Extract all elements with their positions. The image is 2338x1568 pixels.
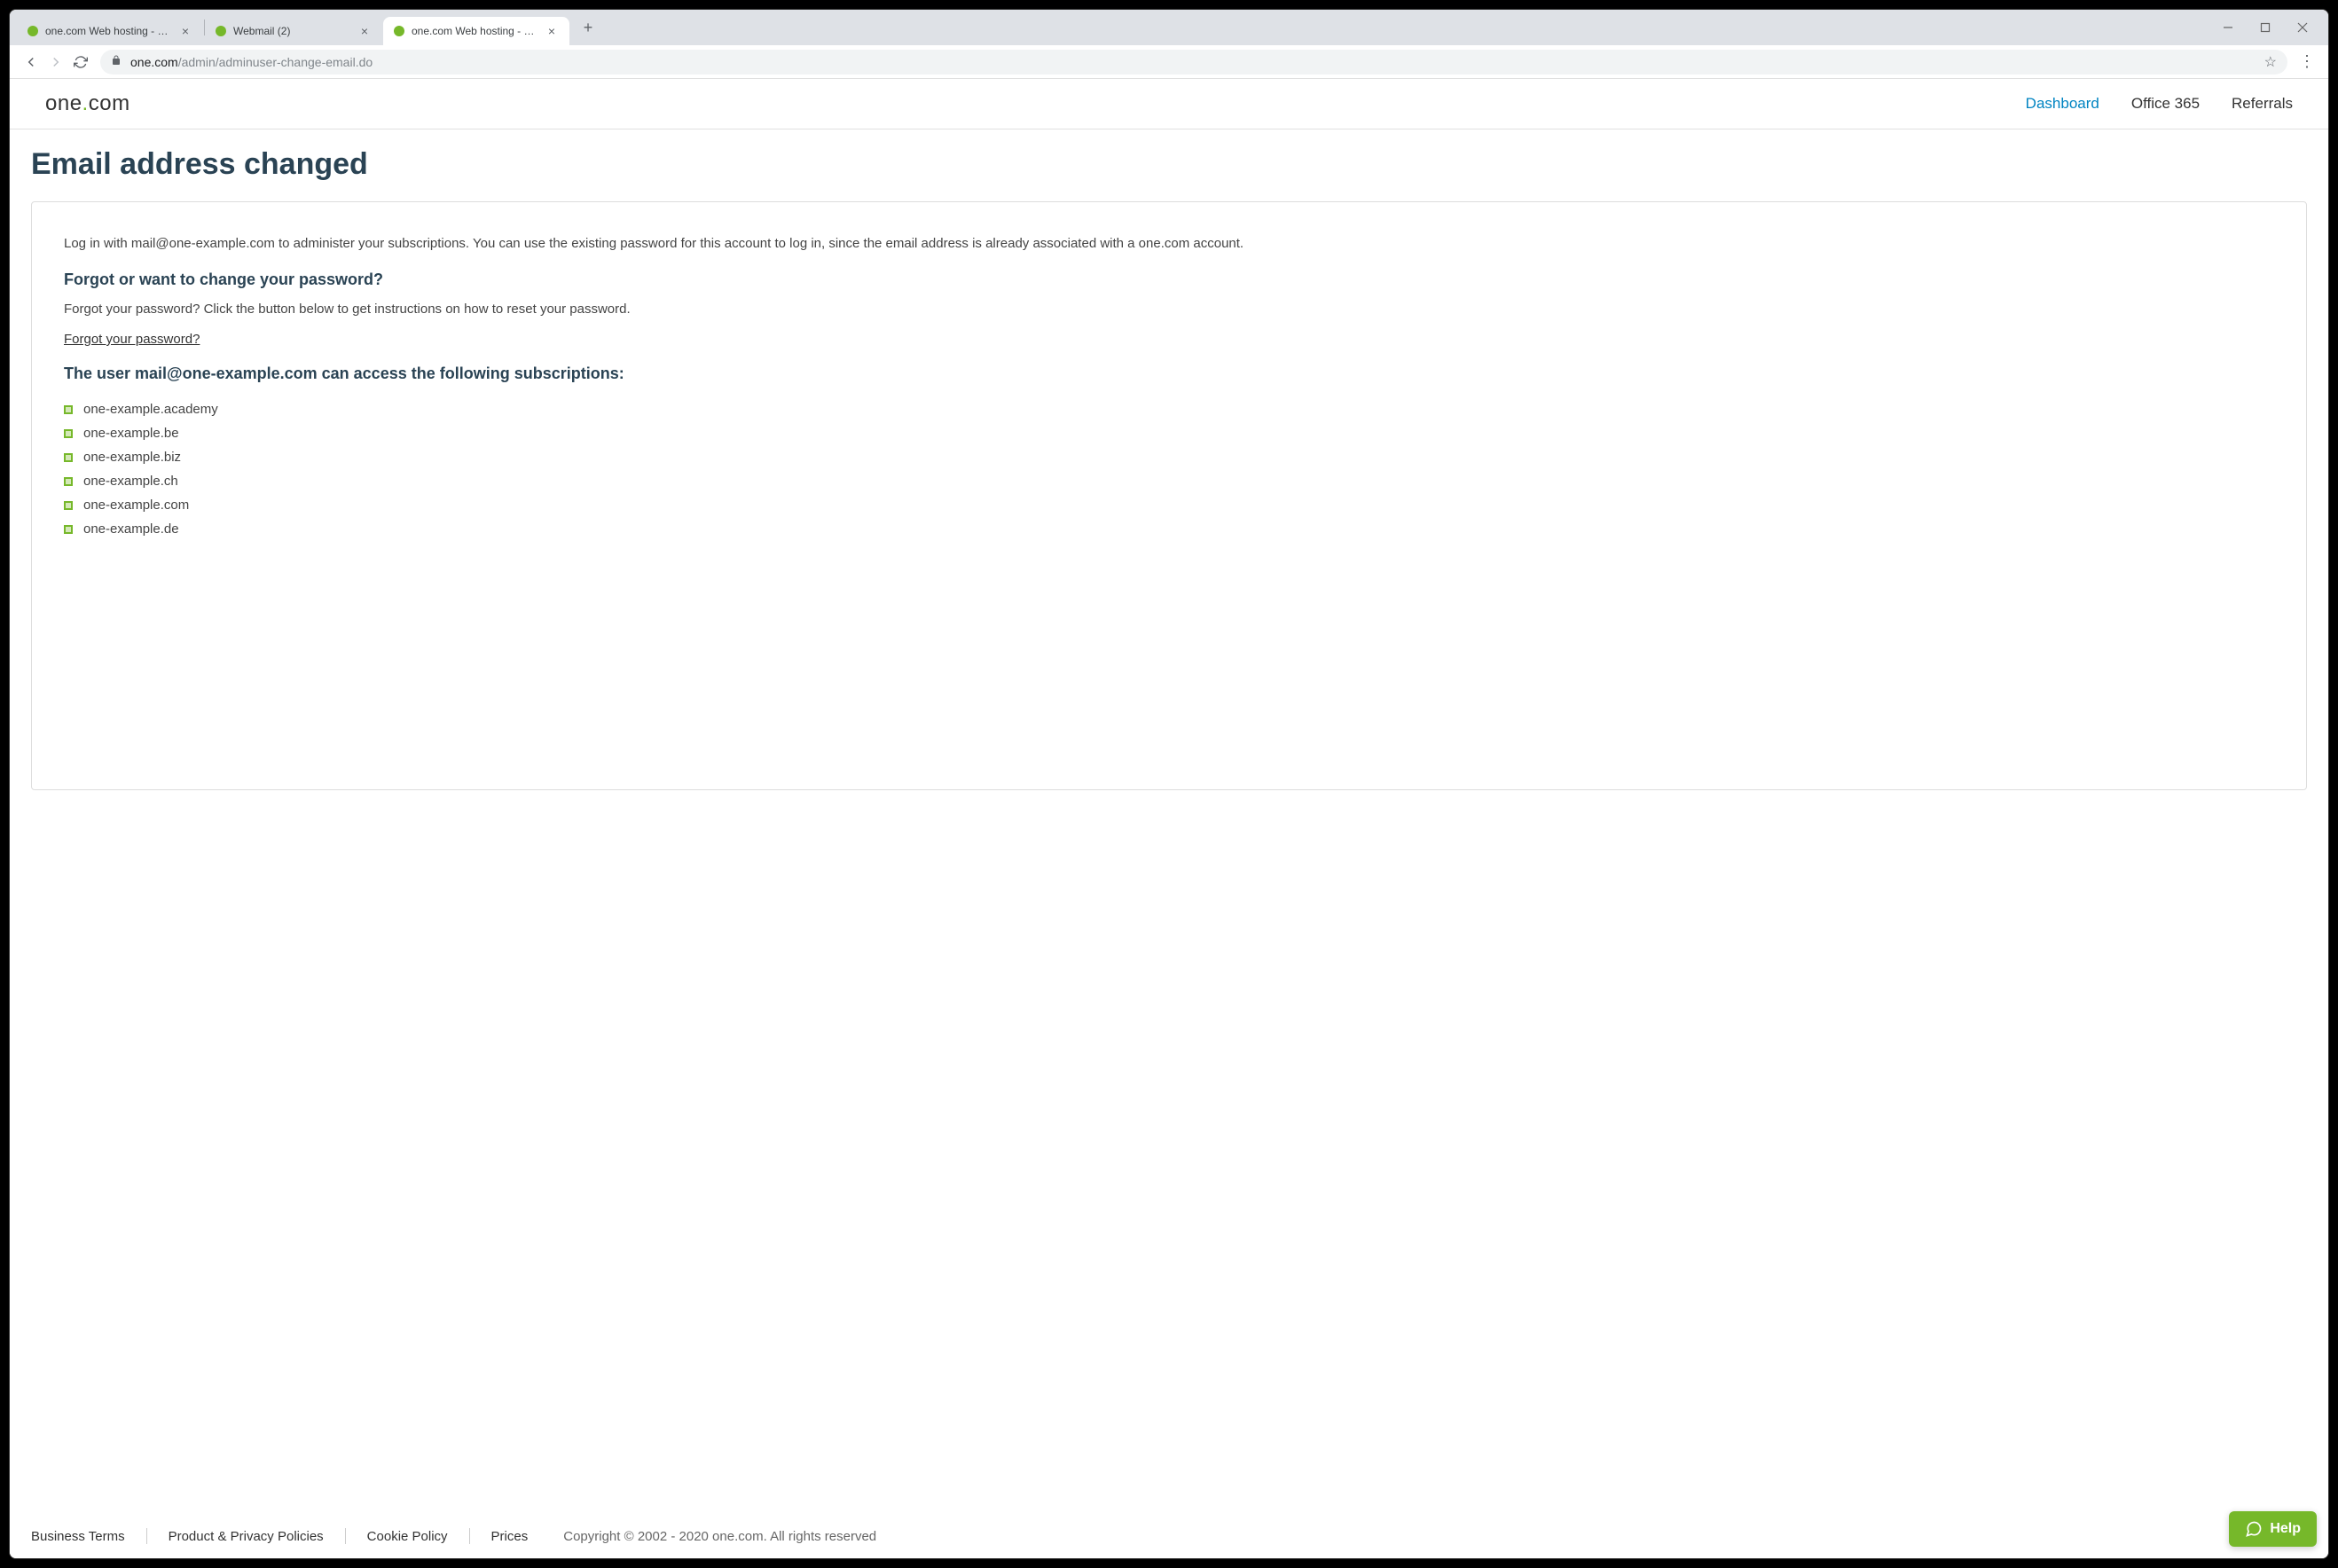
subscription-name: one-example.de bbox=[83, 521, 179, 537]
subs-heading: The user mail@one-example.com can access… bbox=[64, 365, 2274, 383]
logo-prefix: one bbox=[45, 91, 82, 115]
window-controls bbox=[2220, 20, 2321, 35]
close-window-icon[interactable] bbox=[2295, 20, 2311, 35]
footer: Business Terms Product & Privacy Policie… bbox=[10, 1514, 2328, 1558]
chat-icon bbox=[2245, 1520, 2263, 1538]
new-tab-button[interactable]: + bbox=[576, 15, 600, 40]
site-header: one.com Dashboard Office 365 Referrals bbox=[10, 79, 2328, 129]
browser-tab-0[interactable]: one.com Web hosting - Domain × bbox=[17, 17, 203, 45]
page-title: Email address changed bbox=[31, 147, 2307, 182]
bullet-icon bbox=[64, 477, 73, 486]
close-icon[interactable]: × bbox=[357, 24, 372, 38]
nav-dashboard[interactable]: Dashboard bbox=[2026, 95, 2099, 113]
subscription-name: one-example.academy bbox=[83, 402, 218, 417]
close-icon[interactable]: × bbox=[178, 24, 192, 38]
bullet-icon bbox=[64, 525, 73, 534]
close-icon[interactable]: × bbox=[545, 24, 559, 38]
tab-bar: one.com Web hosting - Domain × Webmail (… bbox=[10, 10, 2328, 45]
forgot-text: Forgot your password? Click the button b… bbox=[64, 300, 2274, 320]
favicon-icon bbox=[394, 26, 404, 36]
subscription-name: one-example.be bbox=[83, 426, 179, 441]
footer-prices[interactable]: Prices bbox=[491, 1529, 529, 1544]
maximize-icon[interactable] bbox=[2257, 20, 2273, 35]
bullet-icon bbox=[64, 453, 73, 462]
subscription-name: one-example.ch bbox=[83, 474, 178, 489]
subscriptions-list: one-example.academy one-example.be one-exa… bbox=[64, 397, 2274, 541]
footer-business-terms[interactable]: Business Terms bbox=[31, 1529, 125, 1544]
footer-privacy[interactable]: Product & Privacy Policies bbox=[169, 1529, 324, 1544]
list-item: one-example.com bbox=[64, 493, 2274, 517]
nav-links: Dashboard Office 365 Referrals bbox=[2026, 95, 2293, 113]
back-button[interactable] bbox=[19, 50, 43, 74]
logo-dot: . bbox=[82, 91, 89, 115]
list-item: one-example.de bbox=[64, 517, 2274, 541]
nav-office365[interactable]: Office 365 bbox=[2131, 95, 2200, 113]
subscription-name: one-example.biz bbox=[83, 450, 181, 465]
tab-title: one.com Web hosting - Domain bbox=[412, 25, 539, 37]
list-item: one-example.ch bbox=[64, 469, 2274, 493]
favicon-icon bbox=[216, 26, 226, 36]
footer-separator bbox=[345, 1528, 346, 1544]
footer-cookie[interactable]: Cookie Policy bbox=[367, 1529, 448, 1544]
bullet-icon bbox=[64, 501, 73, 510]
nav-referrals[interactable]: Referrals bbox=[2232, 95, 2293, 113]
tab-title: one.com Web hosting - Domain bbox=[45, 25, 173, 37]
reload-button[interactable] bbox=[68, 50, 93, 74]
lock-icon bbox=[111, 55, 122, 68]
address-bar: one.com/admin/adminuser-change-email.do … bbox=[10, 45, 2328, 79]
favicon-icon bbox=[27, 26, 38, 36]
bullet-icon bbox=[64, 429, 73, 438]
subscription-name: one-example.com bbox=[83, 498, 189, 513]
bullet-icon bbox=[64, 405, 73, 414]
url-input[interactable]: one.com/admin/adminuser-change-email.do … bbox=[100, 50, 2287, 74]
list-item: one-example.be bbox=[64, 421, 2274, 445]
page-content: one.com Dashboard Office 365 Referrals E… bbox=[10, 79, 2328, 1558]
browser-window: one.com Web hosting - Domain × Webmail (… bbox=[9, 9, 2329, 1559]
footer-copyright: Copyright © 2002 - 2020 one.com. All rig… bbox=[563, 1529, 876, 1544]
forward-button[interactable] bbox=[43, 50, 68, 74]
help-button[interactable]: Help bbox=[2229, 1511, 2317, 1547]
footer-separator bbox=[469, 1528, 470, 1544]
tab-title: Webmail (2) bbox=[233, 25, 352, 37]
main-content: Email address changed Log in with mail@o… bbox=[10, 129, 2328, 1514]
browser-menu-icon[interactable]: ⋮ bbox=[2295, 50, 2319, 74]
browser-tab-1[interactable]: Webmail (2) × bbox=[205, 17, 382, 45]
footer-separator bbox=[146, 1528, 147, 1544]
logo-suffix: com bbox=[89, 91, 130, 115]
help-label: Help bbox=[2270, 1521, 2301, 1537]
list-item: one-example.biz bbox=[64, 445, 2274, 469]
minimize-icon[interactable] bbox=[2220, 20, 2236, 35]
forgot-password-link[interactable]: Forgot your password? bbox=[64, 332, 200, 347]
list-item: one-example.academy bbox=[64, 397, 2274, 421]
url-path: /admin/adminuser-change-email.do bbox=[178, 55, 373, 69]
bookmark-star-icon[interactable]: ☆ bbox=[2264, 53, 2277, 71]
content-panel: Log in with mail@one-example.com to admi… bbox=[31, 201, 2307, 790]
logo[interactable]: one.com bbox=[45, 91, 130, 116]
intro-text: Log in with mail@one-example.com to admi… bbox=[64, 234, 2274, 255]
url-host: one.com bbox=[130, 55, 178, 69]
forgot-heading: Forgot or want to change your password? bbox=[64, 270, 2274, 289]
browser-tab-2[interactable]: one.com Web hosting - Domain × bbox=[383, 17, 569, 45]
